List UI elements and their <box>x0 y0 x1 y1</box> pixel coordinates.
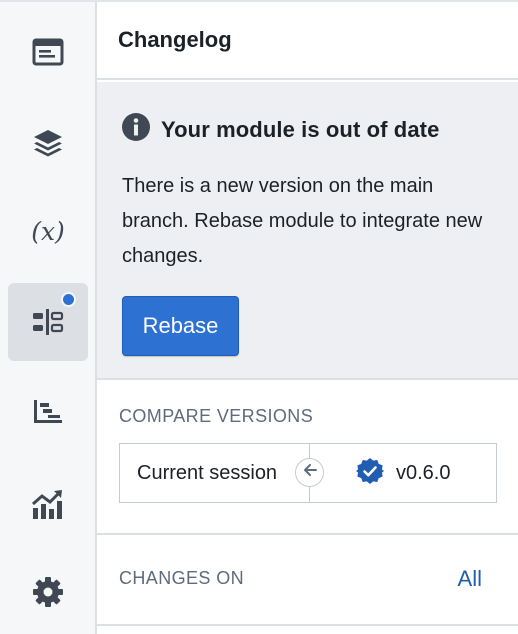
compare-versions-control: Current session v0.6.0 <box>119 443 497 503</box>
gantt-chart-icon <box>32 399 64 425</box>
swap-versions-button[interactable] <box>295 458 324 487</box>
callout-heading: Your module is out of date <box>121 112 439 147</box>
trend-chart-icon <box>31 488 65 520</box>
callout-title: Your module is out of date <box>161 116 440 142</box>
tick-circle-icon <box>356 457 384 490</box>
callout-message: There is a new version on the main branc… <box>122 175 483 267</box>
rail-item-trend[interactable] <box>8 465 88 543</box>
compare-right-version[interactable]: v0.6.0 <box>310 444 496 502</box>
rail-item-changelog[interactable] <box>8 283 88 361</box>
info-sign-icon <box>121 112 151 147</box>
gear-icon <box>32 576 64 608</box>
rail-item-variables[interactable]: (x) <box>8 192 88 270</box>
section-divider <box>97 533 518 535</box>
compare-versions-label: COMPARE VERSIONS <box>119 406 314 426</box>
rail-top-divider <box>0 0 97 2</box>
all-link[interactable]: All <box>458 566 482 592</box>
out-of-date-callout: Your module is out of date There is a ne… <box>97 82 518 380</box>
bottom-divider <box>97 624 518 626</box>
icon-rail: (x) <box>0 0 97 634</box>
panel-header: Changelog <box>97 2 518 80</box>
changes-on-label: CHANGES ON <box>119 568 245 588</box>
changelog-icon <box>31 308 65 336</box>
page-title: Changelog <box>118 27 232 52</box>
current-session-label: Current session <box>137 461 278 484</box>
rebase-button[interactable]: Rebase <box>122 296 239 356</box>
arrow-left-icon <box>302 463 318 482</box>
changelog-panel: Changelog Your module is out of date The… <box>97 0 518 634</box>
rail-item-layers[interactable] <box>8 104 88 182</box>
rail-item-settings[interactable] <box>8 553 88 631</box>
layers-icon <box>32 127 64 159</box>
notification-dot <box>61 292 76 307</box>
rail-item-gantt[interactable] <box>8 373 88 451</box>
panel-window-icon <box>32 38 64 66</box>
version-label: v0.6.0 <box>396 461 451 484</box>
variable-icon: (x) <box>31 216 65 246</box>
rail-item-panel[interactable] <box>8 13 88 91</box>
compare-left-version[interactable]: Current session <box>120 444 324 502</box>
